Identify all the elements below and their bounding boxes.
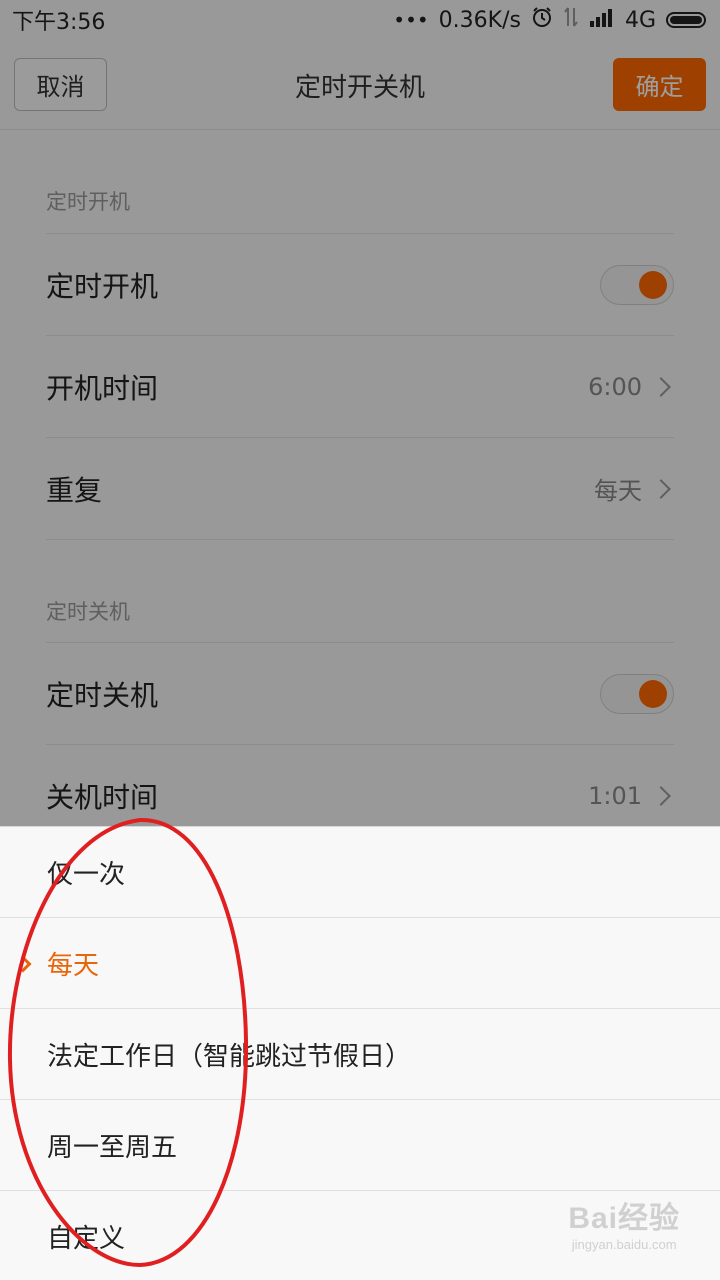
option-legal-workdays[interactable]: 法定工作日（智能跳过节假日）	[0, 1009, 720, 1100]
option-label: 仅一次	[47, 859, 126, 890]
watermark-sub: jingyan.baidu.com	[571, 1237, 677, 1252]
screen: 下午3:56 ••• 0.36K/s 4G 定时开关机 取消 确定 定时开机 定…	[0, 0, 720, 1280]
option-every-day[interactable]: 每天	[0, 918, 720, 1009]
option-once[interactable]: 仅一次	[0, 827, 720, 918]
dim-overlay[interactable]	[0, 0, 720, 826]
option-label: 每天	[47, 950, 100, 981]
option-label: 法定工作日（智能跳过节假日）	[47, 1041, 412, 1072]
watermark-main: Bai经验	[568, 1202, 680, 1235]
selected-check-icon	[14, 955, 32, 973]
option-mon-to-fri[interactable]: 周一至周五	[0, 1100, 720, 1191]
baidu-watermark-logo: Bai经验 jingyan.baidu.com	[568, 1193, 680, 1252]
option-label: 自定义	[47, 1224, 126, 1254]
option-label: 周一至周五	[47, 1132, 178, 1163]
